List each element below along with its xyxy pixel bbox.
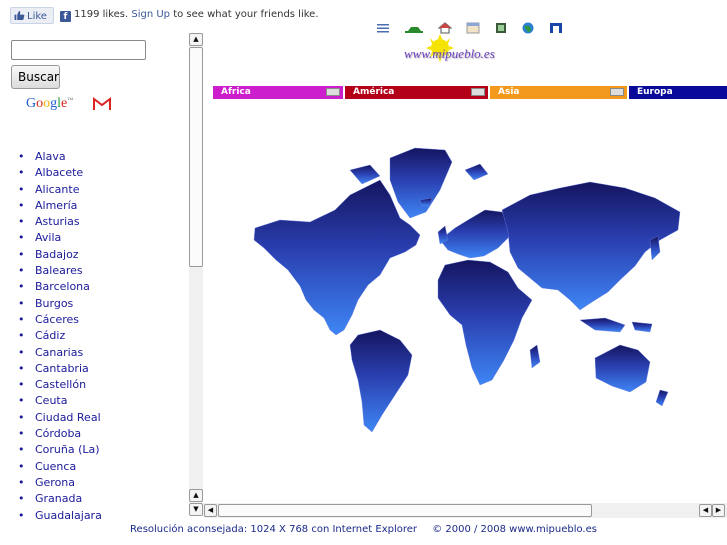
province-link[interactable]: Cantabria xyxy=(18,361,102,377)
tab-africa[interactable]: Africa xyxy=(213,86,343,99)
world-map[interactable] xyxy=(240,140,690,435)
google-logo[interactable]: Google™ xyxy=(26,96,73,112)
province-link[interactable]: Guadalajara xyxy=(18,508,102,524)
province-link[interactable]: Albacete xyxy=(18,165,102,181)
scroll-down-button[interactable]: ▲ xyxy=(189,489,203,502)
province-link[interactable]: Coruña (La) xyxy=(18,442,102,458)
greenland[interactable] xyxy=(389,147,453,219)
africa[interactable] xyxy=(437,259,533,386)
gmail-icon[interactable] xyxy=(93,97,111,111)
province-link[interactable]: Asturias xyxy=(18,214,102,230)
site-logo-text[interactable]: www.mipueblo.es xyxy=(404,46,495,62)
footer: Resolución aconsejada: 1024 X 768 con In… xyxy=(0,524,727,535)
scroll-up-button[interactable]: ▲ xyxy=(189,33,203,46)
globe-icon[interactable] xyxy=(521,22,535,34)
province-link[interactable]: Avila xyxy=(18,230,102,246)
province-link[interactable]: Castellón xyxy=(18,377,102,393)
province-link[interactable]: Cádiz xyxy=(18,328,102,344)
film-icon[interactable] xyxy=(494,22,508,34)
scroll-right-button[interactable]: ▶ xyxy=(712,504,725,517)
footer-copyright: © 2000 / 2008 www.mipueblo.es xyxy=(432,524,597,535)
tab-europa[interactable]: Europa xyxy=(629,86,727,99)
signup-link[interactable]: Sign Up xyxy=(131,9,170,20)
province-link[interactable]: Córdoba xyxy=(18,426,102,442)
province-link[interactable]: Almería xyxy=(18,198,102,214)
facebook-icon: f xyxy=(60,11,71,22)
tab-arrow-icon xyxy=(326,88,340,96)
car-icon[interactable] xyxy=(404,22,424,34)
tab-label: Europa xyxy=(637,87,673,97)
google-letter: G xyxy=(26,96,37,111)
thumbs-up-icon xyxy=(14,11,25,20)
left-scrollbar-thumb[interactable] xyxy=(189,47,203,267)
province-link[interactable]: Barcelona xyxy=(18,279,102,295)
south-america[interactable] xyxy=(349,329,413,433)
europe[interactable] xyxy=(439,209,513,259)
province-link[interactable]: Alicante xyxy=(18,182,102,198)
google-tm: ™ xyxy=(67,97,74,104)
province-link[interactable]: Granada xyxy=(18,491,102,507)
scroll-down-button-2[interactable]: ▼ xyxy=(189,503,203,516)
province-link[interactable]: Cáceres xyxy=(18,312,102,328)
province-link[interactable]: Burgos xyxy=(18,296,102,312)
scroll-left-button[interactable]: ◀ xyxy=(204,504,217,517)
tab-label: Africa xyxy=(221,87,251,97)
province-link[interactable]: Canarias xyxy=(18,345,102,361)
facebook-like-button[interactable]: Like xyxy=(10,7,54,24)
home-icon[interactable] xyxy=(438,22,452,34)
scroll-left-button-2[interactable]: ◀ xyxy=(699,504,712,517)
province-link[interactable]: Ceuta xyxy=(18,393,102,409)
province-link[interactable]: Badajoz xyxy=(18,247,102,263)
likes-count: 1199 likes. xyxy=(74,9,129,20)
province-link[interactable]: Gerona xyxy=(18,475,102,491)
facebook-suffix: to see what your friends like. xyxy=(173,9,319,20)
tab-arrow-icon xyxy=(610,88,624,96)
search-input[interactable] xyxy=(11,40,146,60)
australia[interactable] xyxy=(594,344,651,393)
list-icon[interactable] xyxy=(376,22,390,34)
like-label: Like xyxy=(27,11,47,22)
calendar-icon[interactable] xyxy=(466,22,480,34)
tab-america[interactable]: América xyxy=(345,86,488,99)
province-link[interactable]: Ciudad Real xyxy=(18,410,102,426)
search-button[interactable]: Buscar xyxy=(11,65,60,89)
province-link[interactable]: Baleares xyxy=(18,263,102,279)
network-icon[interactable] xyxy=(549,22,563,34)
tab-asia[interactable]: Asia xyxy=(490,86,627,99)
tab-arrow-icon xyxy=(471,88,485,96)
facebook-social-text: f 1199 likes. Sign Up to see what your fr… xyxy=(60,9,319,22)
tab-label: América xyxy=(353,87,395,97)
tab-label: Asia xyxy=(498,87,520,97)
province-link[interactable]: Cuenca xyxy=(18,459,102,475)
main-hscrollbar-thumb[interactable] xyxy=(218,504,592,517)
north-america[interactable] xyxy=(253,179,421,336)
footer-resolution: Resolución aconsejada: 1024 X 768 con In… xyxy=(130,524,418,535)
province-list: AlavaAlbaceteAlicanteAlmeríaAsturiasAvil… xyxy=(18,149,102,524)
province-link[interactable]: Alava xyxy=(18,149,102,165)
